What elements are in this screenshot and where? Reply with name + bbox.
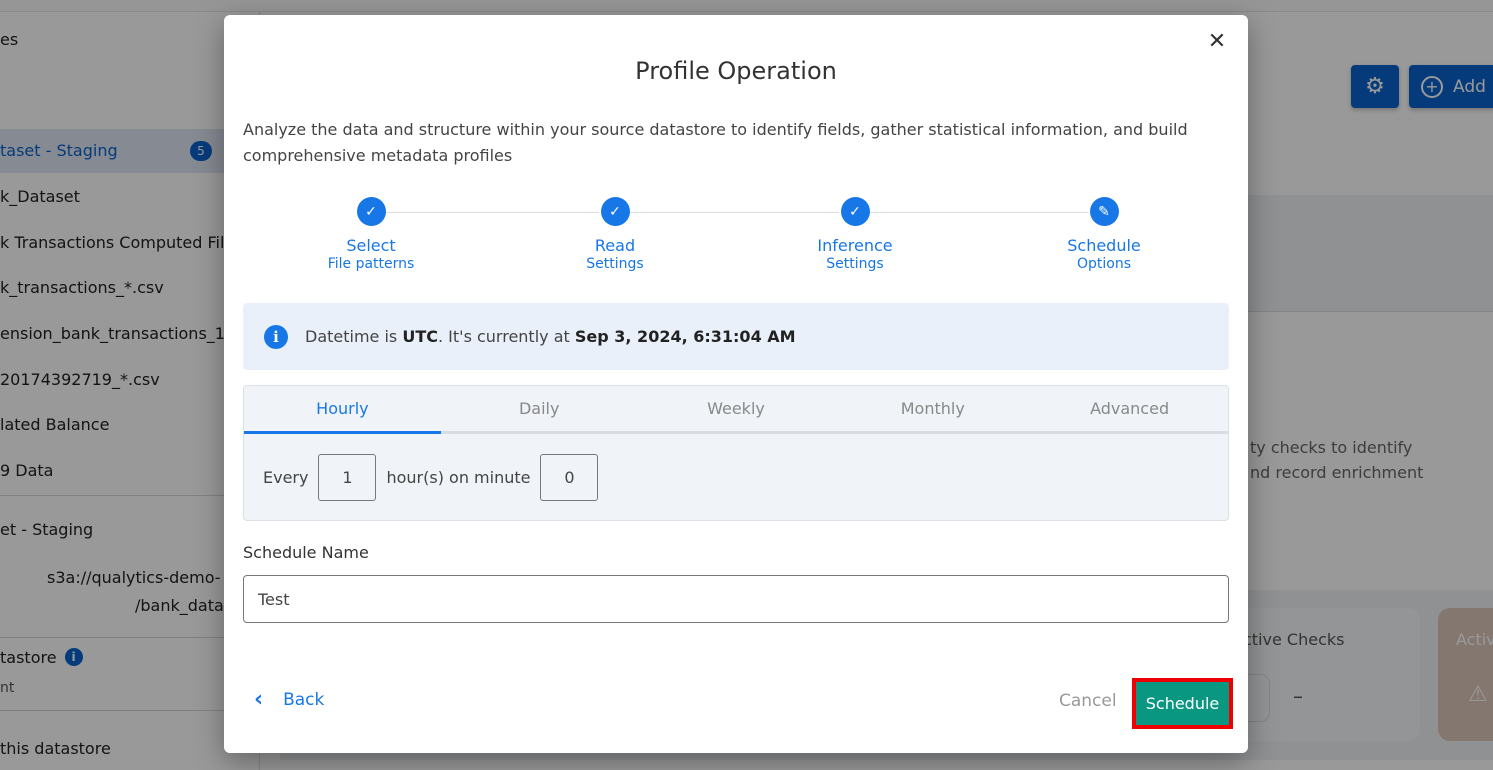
timezone-value: UTC — [402, 327, 438, 346]
tab-monthly[interactable]: Monthly — [834, 386, 1031, 431]
schedule-name-input[interactable] — [243, 575, 1229, 623]
schedule-name-label: Schedule Name — [243, 543, 369, 562]
step-select[interactable]: ✓ Select File patterns — [291, 197, 451, 273]
dialog-description: Analyze the data and structure within yo… — [243, 120, 1188, 165]
info-icon: i — [264, 324, 288, 349]
step-title: Select — [346, 236, 396, 255]
profile-operation-dialog: ✕ Profile Operation Analyze the data and… — [224, 15, 1248, 753]
info-text: Datetime is UTC. It's currently at Sep 3… — [305, 327, 796, 346]
every-label: Every — [263, 468, 309, 487]
tab-daily[interactable]: Daily — [441, 386, 638, 431]
schedule-button[interactable]: Schedule — [1132, 678, 1233, 729]
cancel-button[interactable]: Cancel — [1059, 691, 1117, 711]
check-icon: ✓ — [600, 197, 630, 226]
info-prefix: Datetime is — [305, 327, 403, 346]
current-time-value: Sep 3, 2024, 6:31:04 AM — [574, 327, 796, 346]
step-subtitle: Settings — [586, 256, 644, 272]
check-icon: ✓ — [840, 197, 870, 226]
stepper: ✓ Select File patterns ✓ Read Settings ✓… — [243, 197, 1229, 277]
step-inference[interactable]: ✓ Inference Settings — [775, 197, 935, 273]
tab-weekly[interactable]: Weekly — [638, 386, 835, 431]
tab-hourly[interactable]: Hourly — [244, 386, 441, 434]
minute-input[interactable] — [540, 454, 599, 501]
chevron-left-icon: ‹ — [254, 687, 264, 712]
check-icon: ✓ — [356, 197, 386, 226]
tab-advanced[interactable]: Advanced — [1031, 386, 1228, 431]
step-subtitle: Options — [1076, 256, 1132, 272]
step-title: Inference — [817, 236, 893, 255]
hours-input[interactable] — [318, 454, 377, 501]
dialog-title: Profile Operation — [635, 57, 837, 85]
close-icon[interactable]: ✕ — [1206, 31, 1228, 53]
info-middle: . It's currently at — [438, 327, 575, 346]
step-title: Schedule — [1067, 236, 1141, 255]
step-subtitle: File patterns — [327, 256, 415, 272]
minute-label: hour(s) on minute — [386, 468, 531, 487]
step-title: Read — [594, 236, 636, 255]
pencil-icon: ✎ — [1089, 197, 1119, 226]
schedule-frequency-panel: Hourly Daily Weekly Monthly Advanced Eve… — [243, 385, 1229, 521]
step-schedule[interactable]: ✎ Schedule Options — [1024, 197, 1184, 273]
back-label: Back — [283, 689, 325, 710]
step-subtitle: Settings — [826, 256, 884, 272]
hourly-settings: Every hour(s) on minute — [263, 454, 608, 501]
step-read[interactable]: ✓ Read Settings — [535, 197, 695, 273]
back-button[interactable]: ‹ Back — [254, 687, 324, 712]
frequency-tabs: Hourly Daily Weekly Monthly Advanced — [244, 386, 1228, 434]
timezone-info-banner: i Datetime is UTC. It's currently at Sep… — [243, 303, 1229, 370]
